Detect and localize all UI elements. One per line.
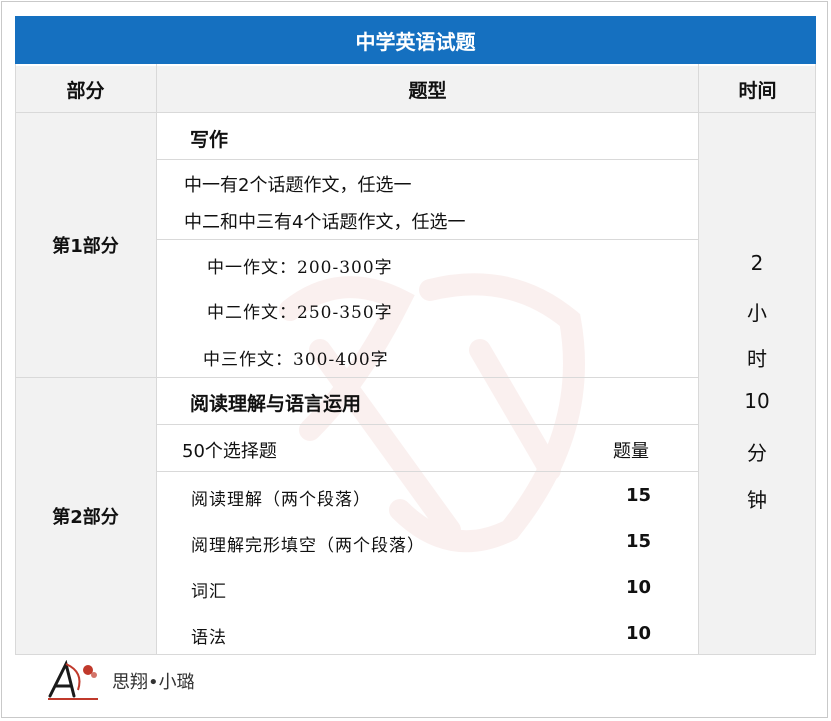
time-column-bg — [699, 113, 816, 655]
question-type: 语法 — [191, 628, 227, 648]
time-char: 10 — [744, 389, 770, 413]
grid-line — [156, 64, 157, 655]
grid-line — [157, 471, 698, 472]
question-count: 10 — [626, 577, 652, 598]
question-type: 阅读理解（两个段落） — [191, 490, 371, 510]
time-char: 小 — [747, 301, 767, 325]
question-type: 词汇 — [191, 582, 227, 602]
time-char: 2 — [750, 251, 764, 275]
part2-label: 第2部分 — [52, 507, 119, 528]
question-count: 10 — [626, 623, 652, 644]
grid-line — [698, 64, 699, 655]
table-title: 中学英语试题 — [15, 16, 816, 64]
brand-logo-icon — [48, 660, 98, 700]
time-char: 时 — [747, 347, 767, 371]
grid-line — [815, 64, 816, 655]
part1-label: 第1部分 — [52, 236, 119, 257]
question-type: 阅理解完形填空（两个段落） — [191, 536, 425, 556]
time-char: 分 — [747, 441, 767, 465]
word-count-line: 中二作文：250-350字 — [207, 303, 393, 323]
grid-line — [157, 424, 698, 425]
footer-author: 思翔•小璐 — [112, 672, 195, 693]
header-time: 时间 — [699, 66, 816, 112]
header-type: 题型 — [157, 66, 698, 112]
question-count: 15 — [626, 531, 652, 552]
grid-line — [157, 239, 698, 240]
grid-line — [15, 654, 816, 655]
part2-subheader-left: 50个选择题 — [182, 441, 277, 462]
question-count: 15 — [626, 485, 652, 506]
word-count-line: 中三作文：300-400字 — [203, 350, 389, 370]
header-part: 部分 — [15, 66, 156, 112]
part1-line: 中二和中三有4个话题作文，任选一 — [184, 212, 466, 233]
part2-subheader-right: 题量 — [613, 441, 649, 462]
part2-section-title: 阅读理解与语言运用 — [190, 393, 362, 415]
grid-line — [157, 159, 698, 160]
time-char: 钟 — [747, 488, 767, 512]
part1-section-title: 写作 — [190, 129, 229, 151]
part1-line: 中一有2个话题作文，任选一 — [184, 175, 412, 196]
word-count-line: 中一作文：200-300字 — [207, 258, 393, 278]
